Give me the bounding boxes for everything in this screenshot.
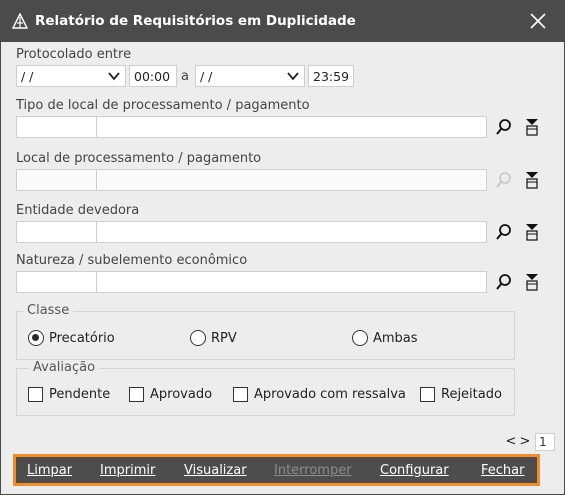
local-label: Local de processamento / pagamento — [16, 151, 262, 166]
checkbox-aprovado-label: Aprovado — [150, 387, 213, 402]
date-to-value: / / — [200, 69, 213, 84]
chevron-down-icon — [287, 72, 299, 81]
classe-legend: Classe — [23, 303, 74, 318]
checkbox-box — [129, 387, 144, 402]
tipo-local-description-input[interactable] — [96, 116, 487, 138]
date-from-select[interactable]: / / — [16, 65, 126, 87]
prev-page-button[interactable]: < — [504, 433, 518, 451]
radio-ambas-label: Ambas — [373, 330, 418, 346]
local-description-input[interactable] — [96, 169, 487, 191]
radio-rpv-label: RPV — [211, 330, 237, 346]
imprimir-button[interactable]: Imprimir — [100, 463, 155, 478]
search-icon — [496, 172, 511, 188]
date-from-value: / / — [21, 69, 34, 84]
visualizar-button[interactable]: Visualizar — [184, 463, 247, 478]
chevron-down-icon — [108, 72, 120, 81]
time-from-input[interactable]: 00:00 — [129, 65, 177, 87]
search-icon[interactable] — [495, 273, 513, 291]
filter-icon[interactable] — [523, 118, 541, 136]
checkbox-box — [233, 387, 248, 402]
limpar-button[interactable]: Limpar — [27, 463, 72, 478]
filter-icon[interactable] — [523, 273, 541, 291]
radio-selected-indicator — [28, 330, 44, 346]
radio-indicator — [190, 330, 206, 346]
date-to-select[interactable]: / / — [195, 65, 305, 87]
search-icon[interactable] — [495, 223, 513, 241]
time-to-input[interactable]: 23:59 — [308, 65, 354, 87]
natureza-code-input[interactable] — [16, 271, 97, 293]
next-page-button[interactable]: > — [518, 433, 532, 451]
page-number-input[interactable]: 1 — [535, 433, 555, 451]
filter-icon[interactable] — [523, 171, 541, 189]
title-bar: Relatório de Requisitórios em Duplicidad… — [1, 1, 564, 42]
app-icon — [12, 13, 28, 29]
fechar-button[interactable]: Fechar — [481, 463, 524, 478]
checkbox-aprovado-com-ressalva[interactable]: Aprovado com ressalva — [233, 387, 406, 402]
footer-toolbar: Limpar Imprimir Visualizar Interromper C… — [13, 454, 540, 486]
radio-indicator — [352, 330, 368, 346]
checkbox-aprovado-com-ressalva-label: Aprovado com ressalva — [254, 387, 406, 402]
checkbox-rejeitado[interactable]: Rejeitado — [420, 387, 502, 402]
entidade-code-input[interactable] — [16, 221, 97, 243]
local-code-input[interactable] — [16, 169, 97, 191]
configurar-button[interactable]: Configurar — [380, 463, 449, 478]
filter-icon[interactable] — [523, 223, 541, 241]
radio-precatorio-label: Precatório — [49, 330, 115, 346]
entidade-description-input[interactable] — [96, 221, 487, 243]
radio-ambas[interactable]: Ambas — [352, 330, 418, 346]
natureza-label: Natureza / subelemento econômico — [16, 253, 248, 268]
pager: < > 1 — [504, 433, 555, 451]
radio-precatorio[interactable]: Precatório — [28, 330, 115, 346]
checkbox-box — [28, 387, 43, 402]
report-dialog: Relatório de Requisitórios em Duplicidad… — [0, 0, 565, 495]
tipo-local-code-input[interactable] — [16, 116, 97, 138]
entidade-label: Entidade devedora — [16, 203, 140, 218]
checkbox-rejeitado-label: Rejeitado — [441, 387, 502, 402]
window-title: Relatório de Requisitórios em Duplicidad… — [35, 13, 356, 29]
checkbox-pendente[interactable]: Pendente — [28, 387, 110, 402]
interromper-button: Interromper — [274, 463, 352, 478]
search-icon[interactable] — [495, 118, 513, 136]
tipo-local-label: Tipo de local de processamento / pagamen… — [16, 98, 310, 113]
range-separator: a — [181, 69, 189, 84]
avaliacao-legend: Avaliação — [29, 360, 100, 375]
checkbox-aprovado[interactable]: Aprovado — [129, 387, 212, 402]
close-icon[interactable] — [528, 11, 548, 31]
radio-rpv[interactable]: RPV — [190, 330, 237, 346]
natureza-description-input[interactable] — [96, 271, 487, 293]
checkbox-pendente-label: Pendente — [49, 387, 111, 402]
protocolado-label: Protocolado entre — [16, 47, 132, 62]
checkbox-box — [420, 387, 435, 402]
